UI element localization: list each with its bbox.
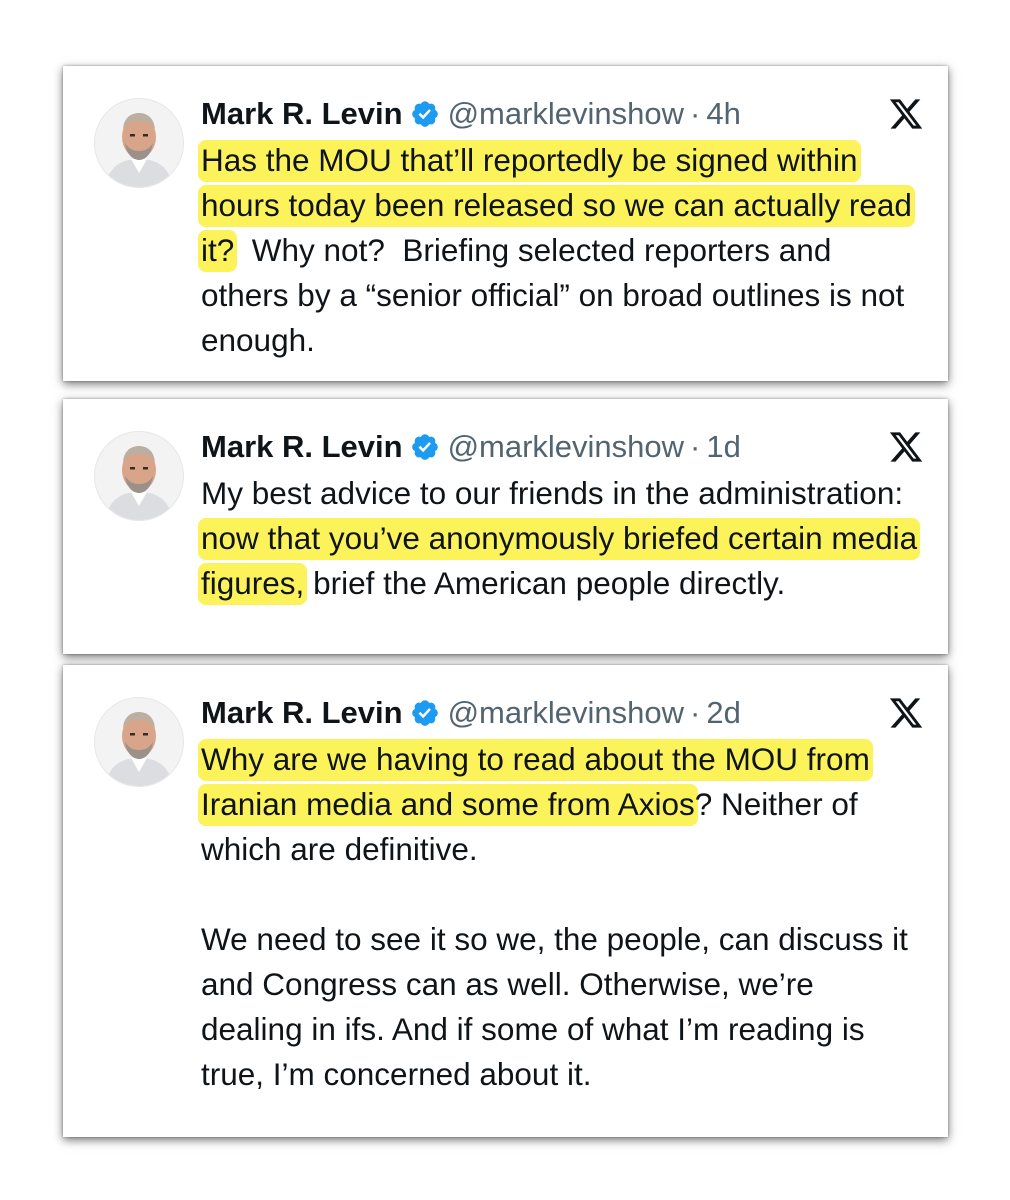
tweet-header: Mark R. Levin @marklevinshow · 1d bbox=[201, 427, 741, 467]
tweet-paragraph: We need to see it so we, the people, can… bbox=[201, 917, 921, 1097]
verified-badge-icon bbox=[410, 698, 440, 728]
author-name[interactable]: Mark R. Levin bbox=[201, 94, 403, 134]
author-handle[interactable]: @marklevinshow bbox=[448, 94, 684, 134]
avatar[interactable] bbox=[94, 697, 184, 787]
verified-badge-icon bbox=[410, 432, 440, 462]
author-name[interactable]: Mark R. Levin bbox=[201, 693, 403, 733]
avatar[interactable] bbox=[94, 431, 184, 521]
tweet-timestamp[interactable]: 2d bbox=[706, 693, 740, 733]
x-logo-icon bbox=[888, 96, 924, 132]
tweet-paragraph: My best advice to our friends in the adm… bbox=[198, 471, 921, 606]
x-logo-icon bbox=[888, 695, 924, 731]
tweet-card[interactable]: Mark R. Levin @marklevinshow · 2d Why ar… bbox=[63, 665, 948, 1137]
body-text: We need to see it so we, the people, can… bbox=[201, 921, 908, 1092]
tweet-text: Has the MOU that’ll reportedly be signed… bbox=[198, 138, 921, 363]
author-name[interactable]: Mark R. Levin bbox=[201, 427, 403, 467]
tweet-timestamp[interactable]: 4h bbox=[706, 94, 740, 134]
meta-separator: · bbox=[690, 695, 701, 730]
tweet-text: My best advice to our friends in the adm… bbox=[198, 471, 921, 606]
body-text: My best advice to our friends in the adm… bbox=[201, 475, 912, 511]
tweet-header: Mark R. Levin @marklevinshow · 2d bbox=[201, 693, 741, 733]
tweet-paragraph: Has the MOU that’ll reportedly be signed… bbox=[198, 138, 921, 363]
body-text: Why not? Briefing selected reporters and… bbox=[201, 232, 914, 358]
avatar-image bbox=[95, 698, 183, 786]
author-handle[interactable]: @marklevinshow bbox=[448, 693, 684, 733]
verified-badge-icon bbox=[410, 99, 440, 129]
tweet-timestamp[interactable]: 1d bbox=[706, 427, 740, 467]
tweet-card[interactable]: Mark R. Levin @marklevinshow · 4h Has th… bbox=[63, 66, 948, 381]
tweet-card[interactable]: Mark R. Levin @marklevinshow · 1d My bes… bbox=[63, 399, 948, 654]
meta-separator: · bbox=[690, 96, 701, 131]
avatar-image bbox=[95, 99, 183, 187]
tweet-paragraph: Why are we having to read about the MOU … bbox=[198, 737, 921, 872]
body-text: brief the American people directly. bbox=[304, 565, 786, 601]
author-handle[interactable]: @marklevinshow bbox=[448, 427, 684, 467]
avatar[interactable] bbox=[94, 98, 184, 188]
tweet-header: Mark R. Levin @marklevinshow · 4h bbox=[201, 94, 741, 134]
meta-separator: · bbox=[690, 429, 701, 464]
tweet-text: Why are we having to read about the MOU … bbox=[198, 737, 921, 1097]
x-logo-icon bbox=[888, 429, 924, 465]
avatar-image bbox=[95, 432, 183, 520]
